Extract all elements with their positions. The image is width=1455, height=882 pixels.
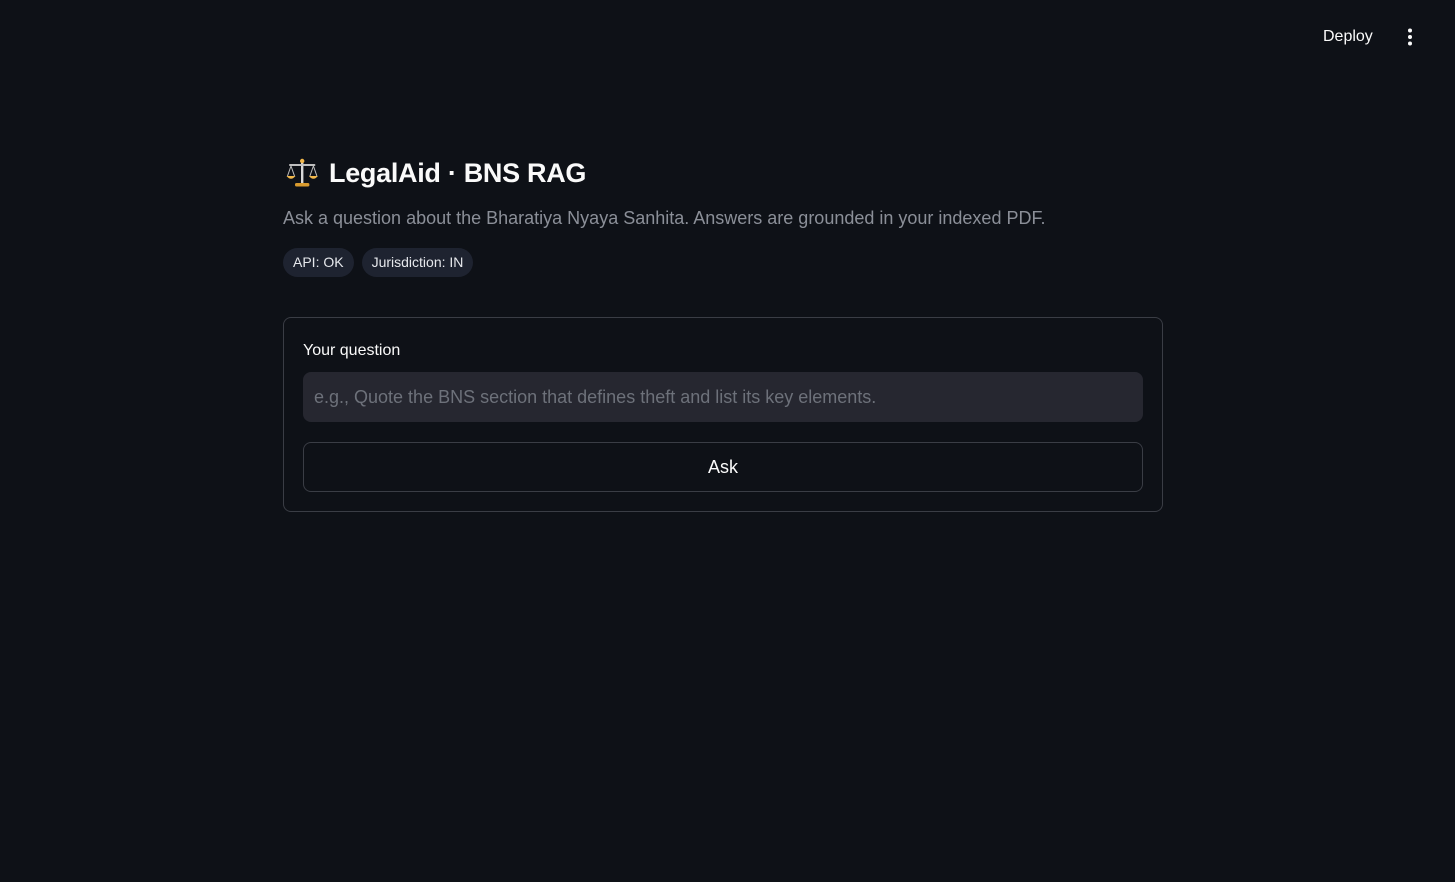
page-title: LegalAid · BNS RAG — [283, 150, 1163, 196]
main-menu-button[interactable] — [1396, 22, 1424, 52]
status-badge-jurisdiction: Jurisdiction: IN — [361, 248, 474, 277]
page-title-text: LegalAid · BNS RAG — [329, 157, 587, 188]
deploy-button[interactable]: Deploy — [1314, 22, 1382, 52]
question-form: Your question Ask — [283, 317, 1163, 512]
question-label: Your question — [303, 342, 401, 359]
ask-button[interactable]: Ask — [303, 442, 1143, 492]
status-badges: API: OK Jurisdiction: IN — [283, 248, 1163, 277]
status-badge-api: API: OK — [283, 248, 354, 277]
vertical-ellipsis-icon — [1408, 28, 1412, 46]
app-header: Deploy — [0, 0, 1455, 60]
page-subtitle: Ask a question about the Bharatiya Nyaya… — [283, 208, 1046, 228]
question-input[interactable] — [303, 372, 1143, 422]
balance-scale-icon — [286, 158, 318, 187]
main-content: LegalAid · BNS RAG Ask a question about … — [283, 150, 1163, 512]
